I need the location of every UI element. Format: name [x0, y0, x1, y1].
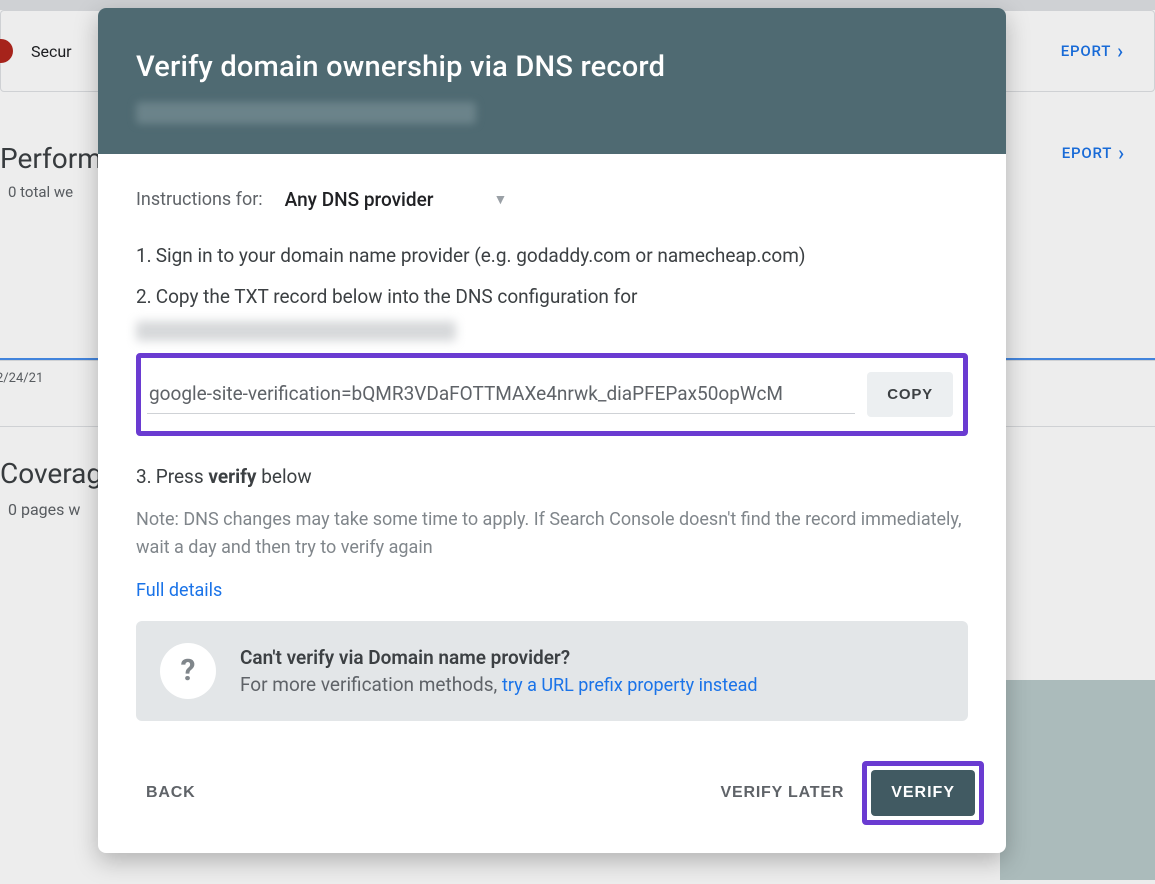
instructions-row: Instructions for: Any DNS provider ▼	[136, 184, 968, 215]
copy-button[interactable]: COPY	[867, 372, 953, 417]
modal-title: Verify domain ownership via DNS record	[136, 50, 968, 84]
url-prefix-link[interactable]: try a URL prefix property instead	[502, 675, 758, 696]
step-1: 1.Sign in to your domain name provider (…	[136, 241, 968, 270]
alt-title: Can't verify via Domain name provider?	[240, 646, 758, 669]
domain-name-redacted	[136, 102, 476, 124]
instructions-label: Instructions for:	[136, 189, 263, 210]
alt-sub-pre: For more verification methods,	[240, 673, 502, 696]
verify-highlight: VERIFY	[862, 761, 984, 825]
step-1-text: Sign in to your domain name provider (e.…	[156, 244, 806, 267]
step-2-text: Copy the TXT record below into the DNS c…	[156, 285, 638, 308]
full-details-link[interactable]: Full details	[136, 580, 222, 601]
verify-button[interactable]: VERIFY	[871, 770, 975, 816]
dns-note: Note: DNS changes may take some time to …	[136, 506, 968, 562]
step-3-pre: Press	[156, 465, 209, 488]
step-2: 2.Copy the TXT record below into the DNS…	[136, 282, 968, 341]
verify-domain-modal: Verify domain ownership via DNS record I…	[98, 8, 1006, 853]
domain-redacted-inline	[136, 321, 456, 341]
dns-provider-value: Any DNS provider	[285, 188, 434, 211]
step-3-bold: verify	[208, 465, 256, 488]
txt-record-row: COPY	[136, 353, 968, 436]
steps-list-2: 3.Press verify below	[136, 462, 968, 491]
dns-provider-select[interactable]: Any DNS provider ▼	[283, 184, 510, 215]
modal-body: Instructions for: Any DNS provider ▼ 1.S…	[98, 154, 1006, 733]
back-button[interactable]: BACK	[136, 772, 205, 814]
modal-actions: BACK VERIFY LATER VERIFY	[98, 733, 1006, 853]
txt-record-input[interactable]	[147, 376, 855, 414]
steps-list: 1.Sign in to your domain name provider (…	[136, 241, 968, 341]
step-3-post: below	[256, 465, 311, 488]
step-3: 3.Press verify below	[136, 462, 968, 491]
help-icon: ?	[160, 643, 216, 699]
verify-later-button[interactable]: VERIFY LATER	[711, 772, 855, 814]
alt-subtitle: For more verification methods, try a URL…	[240, 673, 758, 696]
modal-header: Verify domain ownership via DNS record	[98, 8, 1006, 154]
dropdown-icon: ▼	[494, 191, 508, 208]
alternative-box: ? Can't verify via Domain name provider?…	[136, 621, 968, 721]
